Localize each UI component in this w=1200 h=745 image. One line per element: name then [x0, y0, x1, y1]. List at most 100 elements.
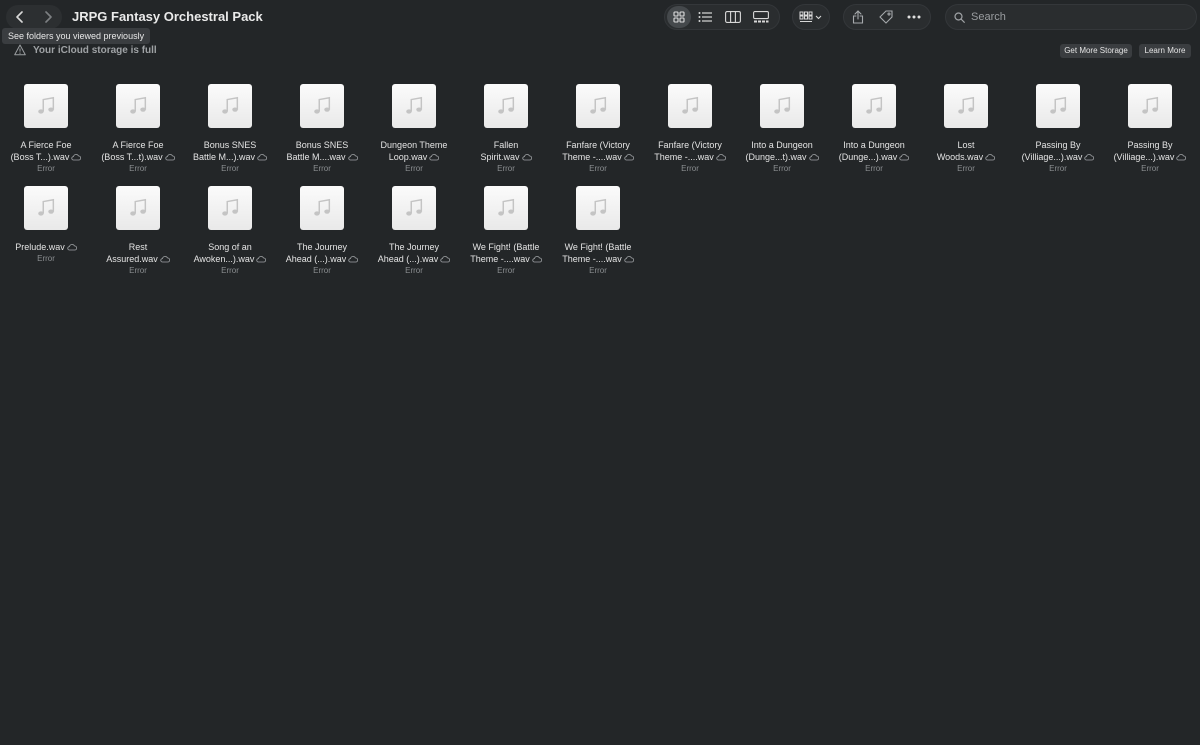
file-status: Error: [221, 164, 239, 173]
list-icon: [698, 12, 712, 22]
file-name: A Fierce Foe (Boss T...t).wav: [96, 139, 180, 163]
audio-file-icon: [116, 84, 160, 128]
more-button[interactable]: [900, 6, 928, 28]
chevron-right-icon: [45, 11, 52, 23]
audio-file-icon: [668, 84, 712, 128]
cloud-icon: [429, 154, 440, 161]
get-more-storage-button[interactable]: Get More Storage: [1060, 44, 1132, 58]
toolbar: JRPG Fantasy Orchestral Pack: [0, 0, 1200, 34]
cloud-icon: [808, 154, 819, 161]
file-name: Passing By (Villiage...).wav: [1108, 139, 1192, 163]
audio-file-icon: [300, 84, 344, 128]
back-button-tooltip: See folders you viewed previously: [2, 28, 151, 44]
cloud-icon: [521, 154, 532, 161]
cloud-icon: [256, 256, 267, 263]
file-status: Error: [589, 266, 607, 275]
file-name: Into a Dungeon (Dunge...t).wav: [740, 139, 824, 163]
audio-file-icon: [852, 84, 896, 128]
file-status: Error: [773, 164, 791, 173]
tag-icon: [879, 10, 893, 24]
file-name: A Fierce Foe (Boss T...).wav: [4, 139, 88, 163]
file-name: The Journey Ahead (...).wav: [372, 241, 456, 265]
file-name: Fallen Spirit.wav: [464, 139, 548, 163]
file-status: Error: [37, 254, 55, 263]
cloud-icon: [1084, 154, 1095, 161]
audio-file-icon: [484, 186, 528, 230]
music-note-icon: [38, 198, 55, 216]
music-note-icon: [406, 96, 423, 114]
file-status: Error: [957, 164, 975, 173]
tag-button[interactable]: [872, 6, 900, 28]
file-status: Error: [313, 266, 331, 275]
cloud-icon: [67, 244, 77, 251]
storage-warning-text: Your iCloud storage is full: [33, 45, 157, 56]
cloud-icon: [716, 154, 726, 161]
file-status: Error: [1141, 164, 1159, 173]
file-status: Error: [589, 164, 607, 173]
music-note-icon: [406, 198, 423, 216]
cloud-icon: [440, 256, 451, 263]
file-status: Error: [405, 266, 423, 275]
gallery-view-button[interactable]: [747, 6, 775, 28]
search-icon: [954, 11, 965, 23]
warning-icon: [14, 44, 26, 56]
cloud-icon: [1176, 154, 1187, 161]
cloud-icon: [348, 256, 359, 263]
audio-file-icon: [116, 186, 160, 230]
cloud-icon: [160, 256, 170, 263]
file-status: Error: [37, 164, 55, 173]
file-name: We Fight! (Battle Theme -....wav: [556, 241, 640, 265]
navigation-buttons: [6, 5, 62, 29]
back-button[interactable]: [6, 5, 34, 29]
file-status: Error: [313, 164, 331, 173]
cloud-icon: [165, 154, 175, 161]
music-note-icon: [958, 96, 975, 114]
chevron-left-icon: [16, 11, 23, 23]
cloud-icon: [899, 154, 910, 161]
audio-file-icon: [760, 84, 804, 128]
group-by-button[interactable]: [793, 6, 829, 28]
music-note-icon: [498, 198, 515, 216]
file-status: Error: [497, 164, 515, 173]
learn-more-button[interactable]: Learn More: [1139, 44, 1191, 58]
file-status: Error: [129, 164, 147, 173]
audio-file-icon: [484, 84, 528, 128]
column-view-button[interactable]: [719, 6, 747, 28]
file-name: Song of an Awoken...).wav: [188, 241, 272, 265]
audio-file-icon: [1128, 84, 1172, 128]
audio-file-icon: [208, 84, 252, 128]
file-status: Error: [129, 266, 147, 275]
audio-file-icon: [392, 186, 436, 230]
storage-warning-banner: Your iCloud storage is full Get More Sto…: [0, 42, 1200, 60]
audio-file-icon: [576, 84, 620, 128]
file-name: Fanfare (Victory Theme -....wav: [648, 139, 732, 163]
file-name: The Journey Ahead (...).wav: [280, 241, 364, 265]
share-button[interactable]: [844, 6, 872, 28]
file-name: Fanfare (Victory Theme -....wav: [556, 139, 640, 163]
forward-button[interactable]: [34, 5, 62, 29]
window-title: JRPG Fantasy Orchestral Pack: [72, 9, 263, 24]
list-view-button[interactable]: [691, 6, 719, 28]
music-note-icon: [774, 96, 791, 114]
view-mode-group: [664, 4, 780, 30]
music-note-icon: [1142, 96, 1159, 114]
audio-file-icon: [300, 186, 344, 230]
cloud-icon: [624, 256, 634, 263]
icon-view-button[interactable]: [667, 6, 691, 28]
file-name: Into a Dungeon (Dunge...).wav: [832, 139, 916, 163]
cloud-icon: [532, 256, 542, 263]
file-status: Error: [405, 164, 423, 173]
cloud-icon: [624, 154, 634, 161]
file-name: Bonus SNES Battle M....wav: [280, 139, 364, 163]
ellipsis-icon: [907, 15, 921, 19]
search-field[interactable]: [945, 4, 1197, 30]
audio-file-icon: [24, 186, 68, 230]
music-note-icon: [130, 96, 147, 114]
audio-file-icon: [392, 84, 436, 128]
group-by-menu[interactable]: [792, 4, 830, 30]
share-icon: [852, 10, 864, 24]
search-input[interactable]: [971, 11, 1171, 23]
cloud-icon: [71, 154, 82, 161]
file-status: Error: [681, 164, 699, 173]
music-note-icon: [866, 96, 883, 114]
